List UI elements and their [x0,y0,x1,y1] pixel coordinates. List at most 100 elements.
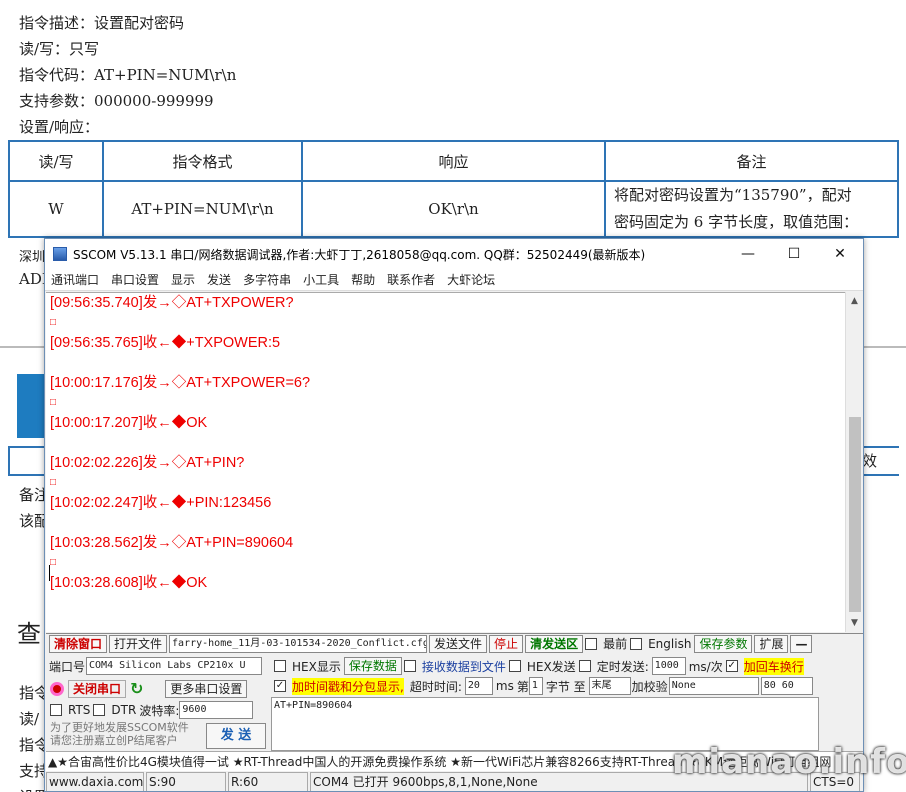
close-port-button[interactable]: 关闭串口 [68,679,127,698]
interval-input[interactable]: 1000 [651,657,686,675]
menu-item[interactable]: 小工具 [303,271,339,288]
table-header-cell: 响应 [301,140,606,182]
log-line: [10:00:17.176]发→◇AT+TXPOWER=6? [50,375,311,391]
log-line: [09:56:35.740]发→◇AT+TXPOWER? [50,295,294,311]
table-header-row: 读/写 指令格式 响应 备注 [8,140,899,182]
table-cell: OK\r\n [301,180,606,238]
hex-display-checkbox[interactable] [274,660,286,672]
baud-select[interactable]: 9600 [179,701,254,719]
promo-line: 为了更好地发展SSCOM软件 [50,721,189,734]
log-line: □ [50,477,57,488]
timed-send-checkbox[interactable] [578,660,591,672]
english-checkbox[interactable] [630,637,643,650]
port-label: 端口号 [49,659,86,674]
table-cell: W [8,180,104,238]
byte-end-select[interactable]: 末尾 [588,677,631,695]
scroll-down-icon[interactable]: ▼ [846,614,863,632]
hex-send-checkbox[interactable] [508,660,521,672]
timeout-input[interactable]: 20 [464,677,493,695]
topmost-checkbox[interactable] [585,637,598,650]
topmost-label: 最前 [603,637,628,651]
baud-label: 波特率: [139,703,180,718]
port-select[interactable]: COM4 Silicon Labs CP210x U [86,657,263,675]
doc-fragment: 读/ [19,710,40,728]
doc-fragment: 效 [862,452,878,470]
rts-checkbox[interactable] [50,704,62,716]
timestamp-checkbox[interactable]: ✓ [274,680,286,692]
log-line: [10:02:02.247]收←◆+PIN:123456 [50,495,272,511]
hex-display-label: HEX显示 [292,659,341,674]
port-panel: 端口号 COM4 Silicon Labs CP210x U 关闭串口 ↻ 更多… [48,655,270,751]
save-params-button[interactable]: 保存参数 [694,634,753,653]
scroll-up-icon[interactable]: ▲ [846,292,863,310]
action-row: 清除窗口 打开文件 farry-home_11月-03-101534-2020_… [46,633,863,653]
minimize-button[interactable]: — [725,246,771,262]
app-icon [53,247,67,261]
expand-button[interactable]: 扩展 [754,634,789,653]
options-row-2: ✓ 加时间戳和分包显示, 超时时间: 20 ms 第 1 字节 至 末尾 加校验 … [274,677,813,695]
log-line: [10:03:28.608]收←◆OK [50,575,208,591]
text-cursor [49,565,50,581]
menu-item[interactable]: 联系作者 [387,271,435,288]
clear-send-button[interactable]: 清发送区 [525,634,584,653]
timeout-label: 超时时间: [409,679,462,694]
checksum-select[interactable]: None [668,677,759,695]
open-file-button[interactable]: 打开文件 [109,634,168,653]
receive-log[interactable]: [09:56:35.740]发→◇AT+TXPOWER? □ [09:56:35.7… [46,292,846,632]
log-line: [09:56:35.765]收←◆+TXPOWER:5 [50,335,281,351]
log-line: [10:03:28.562]发→◇AT+PIN=890604 [50,535,294,551]
menu-item[interactable]: 串口设置 [111,271,159,288]
add-crlf-checkbox[interactable]: ✓ [725,660,738,672]
recv-to-file-checkbox[interactable] [403,660,416,672]
menu-item[interactable]: 多字符串 [243,271,291,288]
collapse-button[interactable]: — [790,634,813,653]
status-sent: S:90 [146,772,226,791]
save-data-button[interactable]: 保存数据 [343,657,402,675]
menu-item[interactable]: 通讯端口 [51,271,99,288]
blue-heading-block [17,374,45,438]
send-file-button[interactable]: 发送文件 [429,634,488,653]
scroll-thumb[interactable] [849,417,861,612]
doc-line-rw: 读/写：只写 [19,40,100,58]
interval-unit: ms/次 [688,659,723,674]
promo-text[interactable]: 为了更好地发展SSCOM软件 请您注册嘉立创P结尾客户 [50,721,189,747]
english-label: English [648,636,692,651]
file-path-field[interactable]: farry-home_11月-03-101534-2020_Conflict.c… [169,634,428,653]
add-crlf-label: 加回车换行 [743,657,804,675]
hex-send-label: HEX发送 [526,659,576,674]
check-value-field[interactable]: 80 60 [760,677,813,695]
refresh-icon[interactable]: ↻ [130,679,143,698]
timed-send-label: 定时发送: [596,659,649,674]
menu-item[interactable]: 大虾论坛 [447,271,495,288]
menu-item[interactable]: 发送 [207,271,231,288]
doc-line-response: 设置/响应： [19,118,100,136]
close-button[interactable]: ✕ [817,246,863,262]
window-title: SSCOM V5.13.1 串口/网络数据调试器,作者:大虾丁丁,2618058… [73,247,646,262]
stop-button[interactable]: 停止 [489,634,524,653]
more-port-settings-button[interactable]: 更多串口设置 [165,679,248,698]
status-site[interactable]: www.daxia.com [46,772,144,791]
status-recv: R:60 [228,772,308,791]
checksum-label: 加校验 [631,679,668,694]
maximize-button[interactable]: ☐ [771,246,817,262]
send-button[interactable]: 发 送 [206,723,266,749]
dtr-checkbox[interactable] [93,704,106,716]
log-line: [10:02:02.226]发→◇AT+PIN? [50,455,245,471]
menu-item[interactable]: 帮助 [351,271,375,288]
byte-label-2: 字节 至 [545,679,586,694]
doc-line-desc: 指令描述：设置配对密码 [19,14,185,32]
clear-window-button[interactable]: 清除窗口 [49,634,108,653]
doc-heading-fragment: 查 [17,620,41,648]
byte-index-input[interactable]: 1 [528,677,543,695]
table-note-cell: 将配对密码设置为“135790”，配对 密码固定为 6 字节长度，取值范围： [604,180,899,238]
title-bar[interactable]: SSCOM V5.13.1 串口/网络数据调试器,作者:大虾丁丁,2618058… [45,239,863,269]
table-header-cell: 读/写 [8,140,104,182]
menu-item[interactable]: 显示 [171,271,195,288]
menu-bar: 通讯端口 串口设置 显示 发送 多字符串 小工具 帮助 联系作者 大虾论坛 [45,269,863,291]
doc-fragment: 深圳 [19,250,46,265]
log-line: □ [50,557,57,568]
log-line: □ [50,317,57,328]
table-cell: AT+PIN=NUM\r\n [102,180,303,238]
log-scrollbar[interactable]: ▲ ▼ [845,292,863,632]
